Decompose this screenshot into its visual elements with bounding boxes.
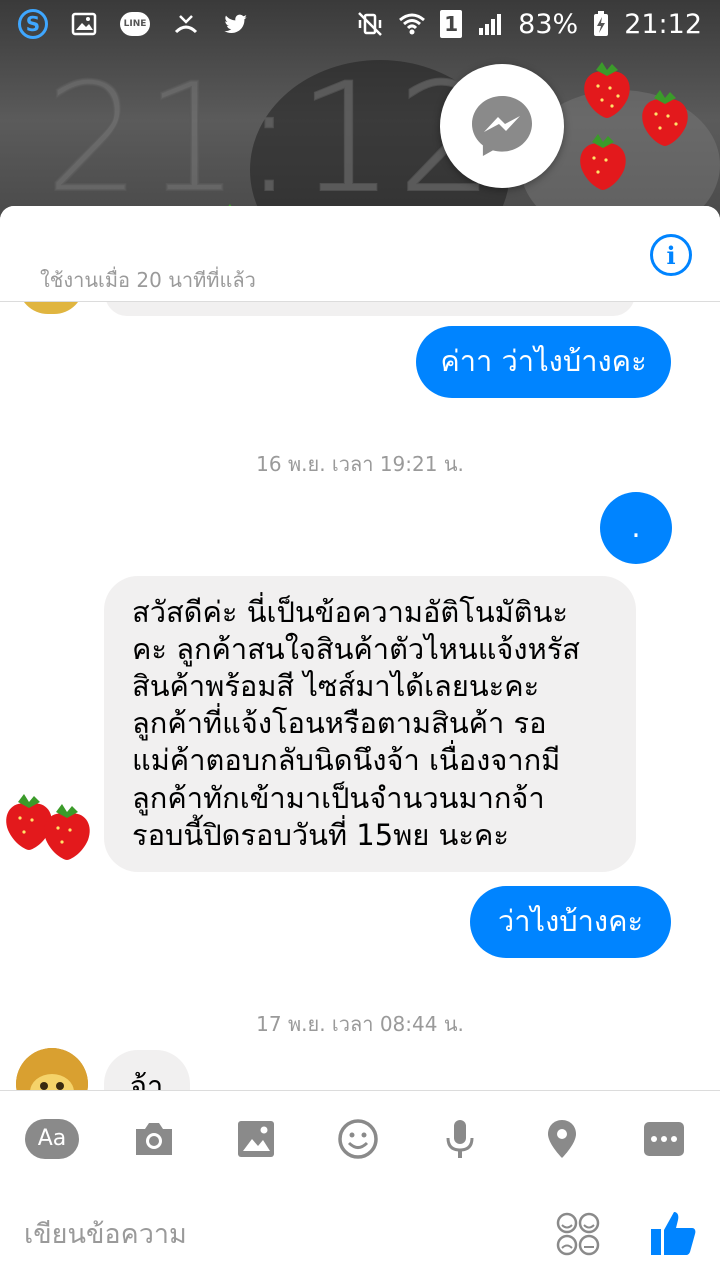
- twitter-icon: [222, 10, 250, 38]
- emoji-icon: [338, 1118, 378, 1159]
- message-line: รอบนี้ปิดรอบวันที่ 15พย นะคะ: [132, 817, 509, 852]
- sticker-button[interactable]: [556, 1212, 600, 1256]
- thumbs-up-icon: [651, 1212, 696, 1255]
- strawberry-sticker: [574, 130, 632, 192]
- message-timestamp: 17 พ.ย. เวลา 08:44 น.: [256, 1012, 464, 1036]
- strawberry-sticker: [578, 58, 636, 120]
- image-icon: [238, 1120, 274, 1157]
- message-line: แม่ค้าตอบกลับนิดนึงจ้า เนื่องจากมี: [132, 743, 561, 778]
- text-style-icon: Aa: [25, 1118, 79, 1159]
- contact-avatar: [16, 1048, 88, 1090]
- status-time: 21:12: [624, 8, 702, 40]
- messenger-icon: [472, 96, 532, 156]
- message-input[interactable]: [24, 1212, 504, 1256]
- message-text: จ้า: [130, 1069, 164, 1090]
- message-line: สวัสดีค่ะ นี่เป็นข้อความอัติโนมัตินะ: [132, 595, 569, 629]
- composer-toolbar: Aa: [0, 1090, 720, 1186]
- message-list[interactable]: ค่าา ว่าไงบ้างคะ 16 พ.ย. เวลา 19:21 น. .…: [0, 206, 720, 1090]
- vibrate-icon: [356, 10, 384, 38]
- message-composer: [0, 1186, 720, 1280]
- strawberry-sticker: [636, 86, 694, 148]
- info-button[interactable]: i: [650, 234, 692, 276]
- message-bubble-sent: ว่าไงบ้างคะ: [470, 886, 671, 958]
- status-bar: S LINE 1 83% 21:12: [0, 0, 720, 48]
- location-pin-icon: [548, 1119, 576, 1158]
- text-style-button[interactable]: Aa: [24, 1111, 80, 1167]
- microphone-icon: [446, 1119, 474, 1158]
- lockscreen-clock: 21:12: [44, 51, 498, 220]
- more-button[interactable]: [636, 1111, 692, 1167]
- message-line: คะ ลูกค้าสนใจสินค้าตัวไหนแจ้งหรัส: [132, 632, 580, 667]
- battery-percent: 83%: [518, 8, 579, 40]
- like-button[interactable]: [648, 1208, 698, 1258]
- message-line: ลูกค้าทักเข้ามาเป็นจำนวนมากจ้า: [132, 780, 545, 815]
- signal-icon: [476, 10, 504, 38]
- message-bubble-sent: .: [600, 492, 672, 564]
- chat-panel: ค่าา ว่าไงบ้างคะ 16 พ.ย. เวลา 19:21 น. .…: [0, 206, 720, 1280]
- wifi-icon: [398, 10, 426, 38]
- message-line: สินค้าพร้อมสี ไซส์มาได้เลยนะคะ: [132, 669, 540, 704]
- camera-icon: [136, 1122, 172, 1155]
- message-text: .: [631, 510, 641, 545]
- message-text: ว่าไงบ้างคะ: [497, 904, 644, 939]
- location-button[interactable]: [534, 1111, 590, 1167]
- conversation-header: ใช้งานเมื่อ 20 นาทีที่แล้ว i: [0, 206, 720, 302]
- message-timestamp: 16 พ.ย. เวลา 19:21 น.: [256, 452, 464, 476]
- more-icon: [644, 1121, 684, 1156]
- microphone-button[interactable]: [432, 1111, 488, 1167]
- info-icon: i: [666, 240, 676, 270]
- message-bubble-received: สวัสดีค่ะ นี่เป็นข้อความอัติโนมัตินะ คะ …: [104, 576, 636, 872]
- active-status: ใช้งานเมื่อ 20 นาทีที่แล้ว: [40, 268, 256, 292]
- sim-slot-badge: 1: [440, 10, 463, 38]
- gallery-notification-icon: [70, 10, 98, 38]
- gallery-button[interactable]: [228, 1111, 284, 1167]
- message-bubble-received: จ้า: [104, 1050, 190, 1090]
- message-text: ค่าา ว่าไงบ้างคะ: [440, 344, 647, 379]
- emoji-button[interactable]: [330, 1111, 386, 1167]
- battery-charging-icon: [592, 10, 610, 38]
- line-app-icon: LINE: [120, 12, 150, 36]
- messenger-chat-head[interactable]: [440, 64, 564, 188]
- strawberry-sticker: [38, 800, 96, 862]
- camera-button[interactable]: [126, 1111, 182, 1167]
- app-s-icon: S: [18, 9, 48, 39]
- message-bubble-sent: ค่าา ว่าไงบ้างคะ: [416, 326, 671, 398]
- message-line: ลูกค้าที่แจ้งโอนหรือตามสินค้า รอ: [132, 706, 547, 741]
- sticker-faces-icon: [556, 1212, 600, 1256]
- missed-call-icon: [172, 10, 200, 38]
